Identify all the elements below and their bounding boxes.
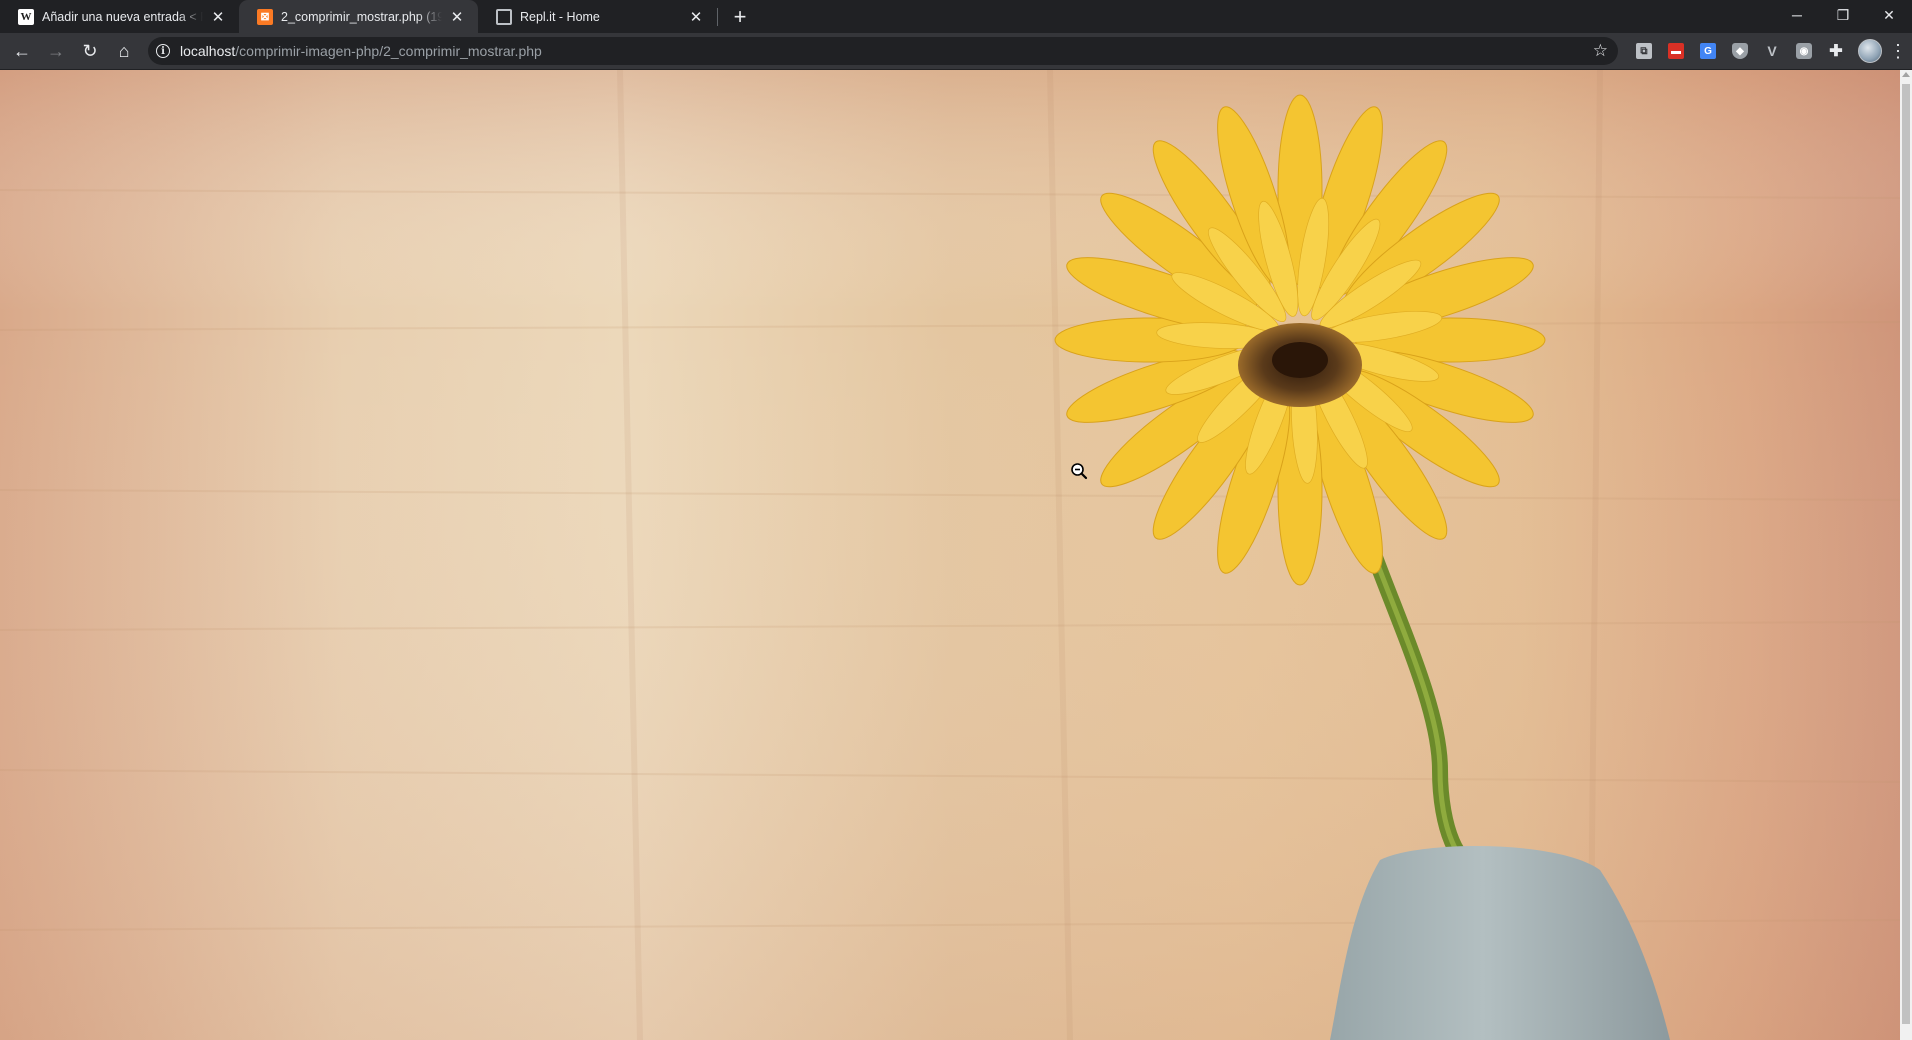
tab-replit[interactable]: Repl.it - Home ✕ (478, 0, 717, 33)
google-translate-icon: G (1700, 43, 1716, 59)
address-bar[interactable]: i localhost /comprimir-imagen-php/2_comp… (148, 37, 1618, 65)
translate-extension-button[interactable]: G (1692, 35, 1724, 67)
restore-button[interactable]: ❐ (1820, 0, 1866, 30)
tab-wordpress[interactable]: W Añadir una nueva entrada < Para ✕ (0, 0, 239, 33)
browser-window: W Añadir una nueva entrada < Para ✕ ⊠ 2_… (0, 0, 1912, 1040)
scroll-thumb[interactable] (1902, 84, 1910, 1024)
tab-separator (717, 7, 718, 26)
window-controls: ─ ❐ ✕ (1774, 0, 1912, 30)
replit-icon (496, 8, 512, 25)
zoom-out-cursor-icon (1071, 463, 1088, 480)
bookmark-star-icon[interactable]: ☆ (1593, 41, 1608, 61)
xampp-icon: ⊠ (257, 8, 273, 25)
browser-menu-button[interactable]: ⋮ (1888, 41, 1908, 62)
tab-title: Añadir una nueva entrada < Para (42, 9, 203, 24)
displayed-image[interactable] (0, 70, 1900, 1040)
scroll-up-arrow-icon[interactable] (1902, 72, 1910, 77)
camera-extension-button[interactable]: ◉ (1788, 35, 1820, 67)
extensions-bar: ⧉ ▬ G ◆ V ◉ ✚ ⋮ (1628, 35, 1908, 67)
tab-strip: W Añadir una nueva entrada < Para ✕ ⊠ 2_… (0, 0, 1912, 33)
url-path: /comprimir-imagen-php/2_comprimir_mostra… (235, 43, 542, 59)
browser-toolbar: ← → ↻ ⌂ i localhost /comprimir-imagen-ph… (0, 33, 1912, 70)
vertical-scrollbar[interactable] (1900, 70, 1912, 1040)
vue-devtools-icon: V (1767, 43, 1777, 59)
tab-comprimir-mostrar[interactable]: ⊠ 2_comprimir_mostrar.php (1920× ✕ (239, 0, 478, 33)
shield-extension-button[interactable]: ◆ (1724, 35, 1756, 67)
copy-extension-icon: ⧉ (1636, 43, 1652, 59)
reload-button[interactable]: ↻ (74, 35, 106, 67)
home-button[interactable]: ⌂ (108, 35, 140, 67)
tab-title: Repl.it - Home (520, 9, 600, 24)
extensions-menu-button[interactable]: ✚ (1820, 35, 1852, 67)
wordpress-icon: W (18, 8, 34, 25)
minimize-button[interactable]: ─ (1774, 0, 1820, 30)
tab-close-icon[interactable]: ✕ (448, 8, 466, 26)
close-window-button[interactable]: ✕ (1866, 0, 1912, 30)
tab-close-icon[interactable]: ✕ (687, 8, 705, 26)
tab-title: 2_comprimir_mostrar.php (1920× (281, 9, 442, 24)
profile-avatar[interactable] (1858, 39, 1882, 63)
camera-extension-icon: ◉ (1796, 43, 1812, 59)
vue-extension-button[interactable]: V (1756, 35, 1788, 67)
url-host: localhost (180, 43, 236, 59)
back-button[interactable]: ← (6, 35, 38, 67)
forward-button[interactable]: → (40, 35, 72, 67)
shield-extension-icon: ◆ (1732, 43, 1748, 59)
puzzle-extensions-icon: ✚ (1829, 43, 1843, 60)
red-extension-icon: ▬ (1668, 43, 1684, 59)
new-tab-button[interactable]: + (726, 3, 754, 31)
site-info-icon[interactable]: i (156, 44, 170, 58)
page-viewport (0, 70, 1900, 1040)
tab-close-icon[interactable]: ✕ (209, 8, 227, 26)
copy-extension-button[interactable]: ⧉ (1628, 35, 1660, 67)
red-extension-button[interactable]: ▬ (1660, 35, 1692, 67)
